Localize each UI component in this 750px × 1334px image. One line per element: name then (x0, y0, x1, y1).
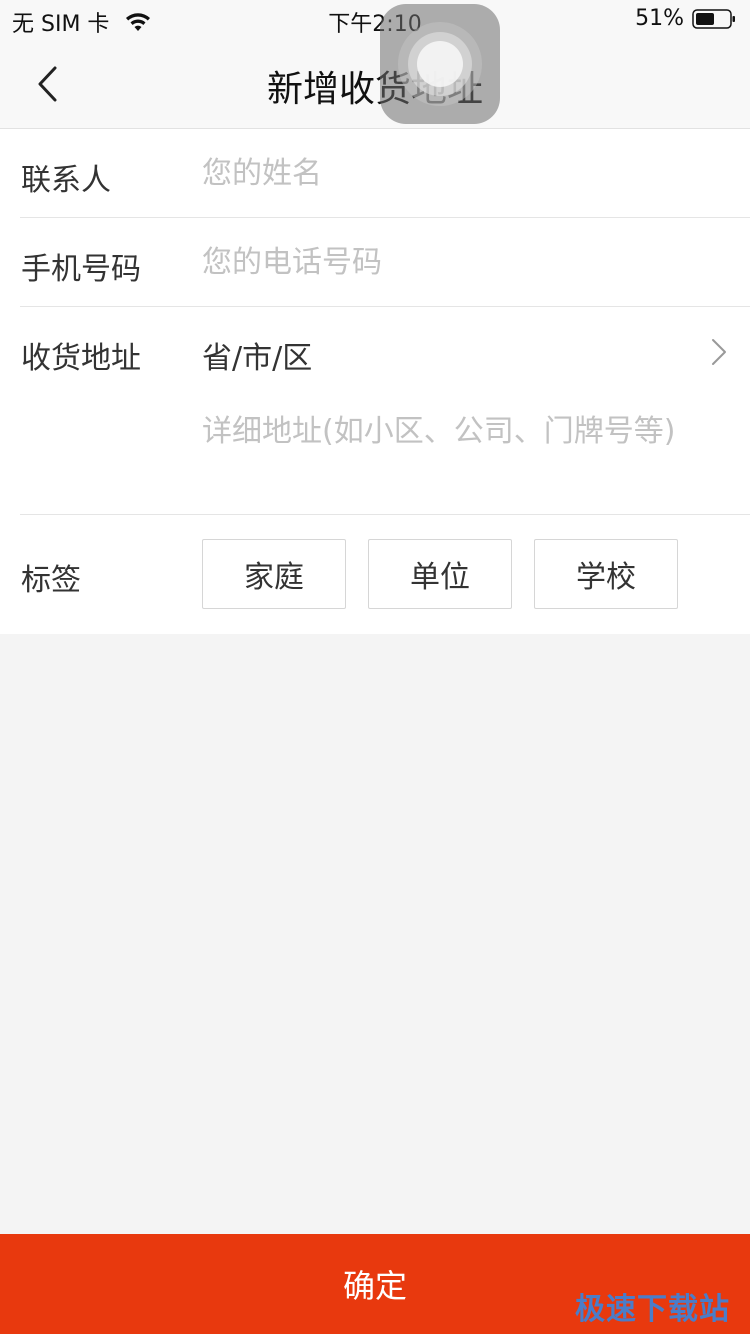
phone-row: 手机号码 (20, 218, 750, 307)
phone-label: 手机号码 (21, 252, 141, 287)
tag-school-button[interactable]: 学校 (534, 539, 678, 609)
page-title: 新增收货地址 (266, 69, 483, 110)
address-label: 收货地址 (21, 341, 141, 376)
assistive-touch-dot (417, 41, 463, 87)
battery-icon (692, 8, 735, 29)
chevron-right-icon[interactable] (710, 337, 728, 367)
status-right: 51% (635, 6, 736, 31)
assistive-touch-ring (398, 22, 482, 106)
contact-label: 联系人 (21, 163, 111, 198)
tag-work-button[interactable]: 单位 (368, 539, 512, 609)
status-bar: 无 SIM 卡 下午2:10 51% (0, 0, 750, 40)
nav-bar: 新增收货地址 (0, 40, 750, 129)
contact-row: 联系人 (20, 129, 750, 218)
address-form: 联系人 手机号码 收货地址 省/市/区 标签 家庭 单位 学校 (0, 129, 750, 634)
assistive-touch-ring (408, 32, 472, 96)
phone-number-input[interactable] (202, 242, 702, 282)
battery-percent: 51% (635, 6, 684, 31)
tag-home-button[interactable]: 家庭 (202, 539, 346, 609)
tags-row: 标签 家庭 单位 学校 (20, 515, 750, 634)
watermark-text: 极速下载站 (575, 1292, 730, 1327)
tags-label: 标签 (21, 563, 81, 598)
address-row: 收货地址 省/市/区 (20, 307, 750, 515)
detail-address-input[interactable] (202, 409, 712, 453)
region-selector[interactable]: 省/市/区 (202, 333, 312, 377)
assistive-touch-button[interactable] (380, 4, 500, 124)
contact-name-input[interactable] (202, 153, 702, 193)
